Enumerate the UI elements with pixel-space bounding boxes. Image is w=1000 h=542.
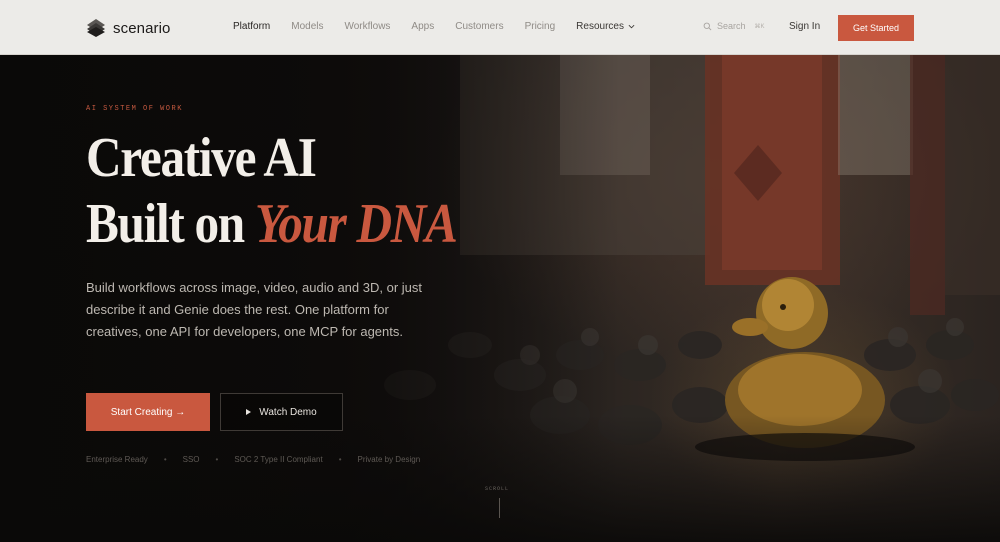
nav-customers[interactable]: Customers [455,21,503,32]
sign-in-link[interactable]: Sign In [789,21,820,32]
watch-demo-button[interactable]: Watch Demo [220,393,343,431]
chevron-down-icon [628,24,635,29]
nav-workflows[interactable]: Workflows [344,21,390,32]
scroll-indicator-line [499,498,500,518]
search-shortcut: ⌘K [754,23,765,30]
hero-bottom-gradient [0,415,1000,542]
hero-title-accent: Your DNA [254,193,458,255]
nav-apps[interactable]: Apps [411,21,434,32]
nav-resources[interactable]: Resources [576,21,635,32]
trust-badges: Enterprise Ready • SSO • SOC 2 Type II C… [86,455,420,464]
hero-eyebrow: AI SYSTEM OF WORK [86,105,183,113]
top-navigation-bar: scenario Platform Models Workflows Apps … [0,0,1000,55]
badge-sso: SSO [182,455,200,464]
hero-title-line2-plain: Built on [86,193,255,255]
primary-nav: Platform Models Workflows Apps Customers… [233,21,656,32]
search-box[interactable]: Search ⌘K [703,21,765,31]
nav-resources-label: Resources [576,21,624,32]
badge-separator: • [163,455,167,464]
nav-pricing[interactable]: Pricing [525,21,556,32]
brand-logo[interactable]: scenario [86,18,171,38]
badge-separator: • [215,455,219,464]
scroll-indicator-label: SCROLL [485,486,510,492]
badge-private-by-design: Private by Design [357,455,421,464]
get-started-button[interactable]: Get Started [838,15,914,41]
play-icon [246,409,252,415]
hero-title-line1: Creative AI [86,127,317,189]
badge-soc2: SOC 2 Type II Compliant [234,455,323,464]
start-creating-button[interactable]: Start Creating → [86,393,210,431]
badge-separator: • [338,455,342,464]
hero-description: Build workflows across image, video, aud… [86,280,422,339]
hero-section: AI SYSTEM OF WORK Creative AI Built on Y… [0,55,1000,542]
badge-enterprise-ready: Enterprise Ready [86,455,148,464]
search-icon [703,22,712,30]
layered-diamond-icon [86,18,106,38]
nav-models[interactable]: Models [291,21,323,32]
hero-title: Creative AI Built on Your DNA [86,125,458,257]
watch-demo-label: Watch Demo [259,406,317,418]
search-placeholder: Search [717,21,746,31]
nav-platform[interactable]: Platform [233,21,270,32]
brand-name: scenario [113,19,171,37]
